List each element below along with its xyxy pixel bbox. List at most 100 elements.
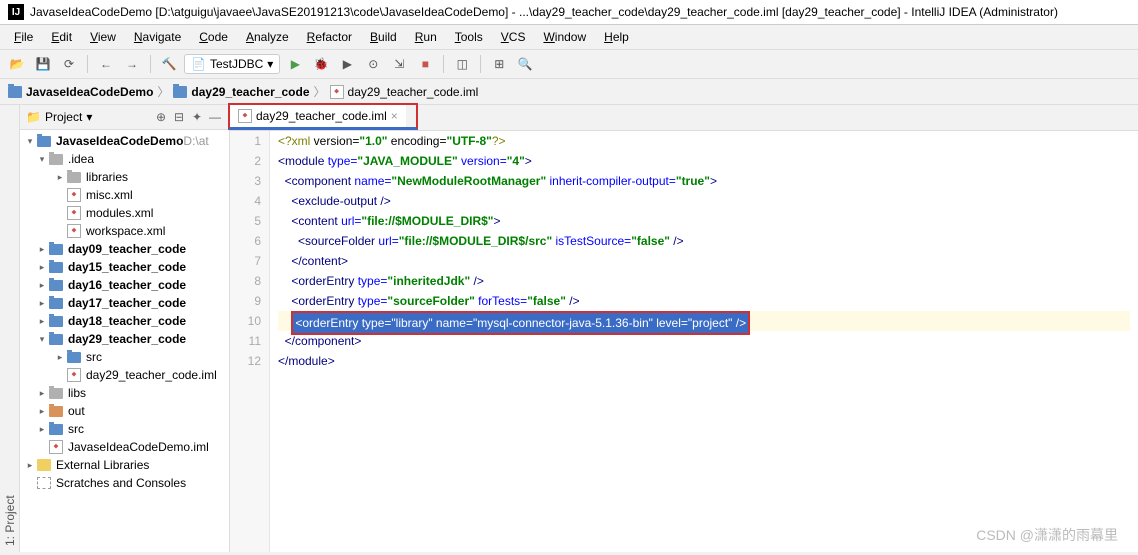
structure-icon[interactable]: ⊞: [488, 53, 510, 75]
tree-item[interactable]: ⬥modules.xml: [20, 204, 229, 222]
forward-icon[interactable]: →: [121, 53, 143, 75]
folder-blue-icon: [48, 242, 64, 256]
menu-edit[interactable]: Edit: [43, 27, 80, 47]
debug-icon[interactable]: 🐞: [310, 53, 332, 75]
project-tree[interactable]: ▾JavaseIdeaCodeDemo D:\at▾.idea▸librarie…: [20, 130, 229, 552]
save-icon[interactable]: 💾: [32, 53, 54, 75]
editor-tab[interactable]: ⬥ day29_teacher_code.iml ×: [230, 105, 406, 127]
tree-item[interactable]: ⬥workspace.xml: [20, 222, 229, 240]
project-panel-header: 📁 Project ▾ ⊕ ⊟ ✦ —: [20, 105, 229, 130]
expand-icon[interactable]: ⊟: [171, 109, 187, 125]
folder-orange-icon: [48, 404, 64, 418]
menu-run[interactable]: Run: [407, 27, 445, 47]
project-tool-tab[interactable]: 1: Project: [3, 111, 17, 546]
folder-blue-icon: [48, 314, 64, 328]
xml-icon: ⬥: [66, 206, 82, 220]
breadcrumb-item[interactable]: ⬥day29_teacher_code.iml: [330, 85, 479, 99]
tree-item[interactable]: ▸day09_teacher_code: [20, 240, 229, 258]
search-icon[interactable]: 🔍: [514, 53, 536, 75]
tree-item[interactable]: ▸libraries: [20, 168, 229, 186]
menubar: FileEditViewNavigateCodeAnalyzeRefactorB…: [0, 25, 1138, 50]
menu-vcs[interactable]: VCS: [493, 27, 534, 47]
code-content[interactable]: <?xml version="1.0" encoding="UTF-8"?><m…: [270, 131, 1138, 552]
settings-icon[interactable]: ✦: [189, 109, 205, 125]
back-icon[interactable]: ←: [95, 53, 117, 75]
folder-gray-icon: [48, 386, 64, 400]
tree-item[interactable]: ▸src: [20, 348, 229, 366]
line-gutter: 123456789101112: [230, 131, 270, 552]
breadcrumb-item[interactable]: JavaseIdeaCodeDemo: [8, 85, 153, 99]
tree-item[interactable]: ▸libs: [20, 384, 229, 402]
refresh-icon[interactable]: ⟳: [58, 53, 80, 75]
scratch-icon: [36, 476, 52, 490]
folder-blue-icon: [48, 296, 64, 310]
lib-icon: [36, 458, 52, 472]
titlebar: IJ JavaseIdeaCodeDemo [D:\atguigu\javaee…: [0, 0, 1138, 25]
xml-icon: ⬥: [48, 440, 64, 454]
menu-window[interactable]: Window: [535, 27, 594, 47]
breadcrumb-item[interactable]: day29_teacher_code: [173, 85, 309, 99]
file-icon: ⬥: [238, 109, 252, 123]
menu-build[interactable]: Build: [362, 27, 405, 47]
tab-label: day29_teacher_code.iml: [256, 109, 387, 123]
menu-code[interactable]: Code: [191, 27, 236, 47]
tree-item[interactable]: ▸day17_teacher_code: [20, 294, 229, 312]
attach-icon[interactable]: ⇲: [388, 53, 410, 75]
tree-item[interactable]: ▸day18_teacher_code: [20, 312, 229, 330]
tree-item[interactable]: ▾.idea: [20, 150, 229, 168]
folder-gray-icon: [48, 152, 64, 166]
folder-blue-icon: [48, 422, 64, 436]
menu-view[interactable]: View: [82, 27, 124, 47]
file-icon: ⬥: [330, 85, 344, 99]
folder-gray-icon: [66, 170, 82, 184]
code-area[interactable]: 123456789101112 <?xml version="1.0" enco…: [230, 131, 1138, 552]
xml-icon: ⬥: [66, 224, 82, 238]
tree-item[interactable]: ▾day29_teacher_code: [20, 330, 229, 348]
project-panel-title: Project: [45, 110, 82, 124]
menu-analyze[interactable]: Analyze: [238, 27, 297, 47]
tree-item[interactable]: ▸day16_teacher_code: [20, 276, 229, 294]
folder-blue-icon: [66, 350, 82, 364]
tree-item[interactable]: ⬥day29_teacher_code.iml: [20, 366, 229, 384]
coverage-icon[interactable]: ▶: [336, 53, 358, 75]
open-icon[interactable]: 📂: [6, 53, 28, 75]
editor: ⬥ day29_teacher_code.iml × 1234567891011…: [230, 105, 1138, 552]
watermark: CSDN @潇潇的雨幕里: [976, 525, 1118, 545]
folder-icon: [8, 86, 22, 98]
xml-icon: ⬥: [66, 188, 82, 202]
menu-help[interactable]: Help: [596, 27, 637, 47]
breadcrumb: JavaseIdeaCodeDemo〉day29_teacher_code〉⬥d…: [0, 79, 1138, 105]
close-icon[interactable]: ×: [391, 109, 398, 123]
tree-item[interactable]: ▸src: [20, 420, 229, 438]
xml-icon: ⬥: [66, 368, 82, 382]
hide-icon[interactable]: —: [207, 109, 223, 125]
titlebar-text: JavaseIdeaCodeDemo [D:\atguigu\javaee\Ja…: [30, 5, 1058, 19]
folder-blue-icon: [48, 260, 64, 274]
tree-root[interactable]: ▾JavaseIdeaCodeDemo D:\at: [20, 132, 229, 150]
tree-item[interactable]: ▸out: [20, 402, 229, 420]
menu-navigate[interactable]: Navigate: [126, 27, 189, 47]
menu-tools[interactable]: Tools: [447, 27, 491, 47]
left-gutter: 1: Project 7: Structure: [0, 105, 20, 552]
collapse-icon[interactable]: ⊕: [153, 109, 169, 125]
menu-file[interactable]: File: [6, 27, 41, 47]
menu-refactor[interactable]: Refactor: [299, 27, 360, 47]
toolbar: 📂 💾 ⟳ ← → 🔨 📄TestJDBC▾ ▶ 🐞 ▶ ⊙ ⇲ ■ ◫ ⊞ 🔍: [0, 50, 1138, 79]
scratches[interactable]: Scratches and Consoles: [20, 474, 229, 492]
run-icon[interactable]: ▶: [284, 53, 306, 75]
folder-blue-icon: [48, 278, 64, 292]
tree-item[interactable]: ⬥JavaseIdeaCodeDemo.iml: [20, 438, 229, 456]
profile-icon[interactable]: ⊙: [362, 53, 384, 75]
folder-blue-icon: [48, 332, 64, 346]
tree-item[interactable]: ▸day15_teacher_code: [20, 258, 229, 276]
external-libraries[interactable]: ▸External Libraries: [20, 456, 229, 474]
run-config-dropdown[interactable]: 📄TestJDBC▾: [184, 54, 280, 74]
tree-item[interactable]: ⬥misc.xml: [20, 186, 229, 204]
project-panel: 📁 Project ▾ ⊕ ⊟ ✦ — ▾JavaseIdeaCodeDemo …: [20, 105, 230, 552]
app-icon: IJ: [8, 4, 24, 20]
folder-icon: [173, 86, 187, 98]
editor-tab-bar: ⬥ day29_teacher_code.iml ×: [228, 103, 418, 130]
vcs-icon[interactable]: ◫: [451, 53, 473, 75]
stop-icon[interactable]: ■: [414, 53, 436, 75]
build-icon[interactable]: 🔨: [158, 53, 180, 75]
